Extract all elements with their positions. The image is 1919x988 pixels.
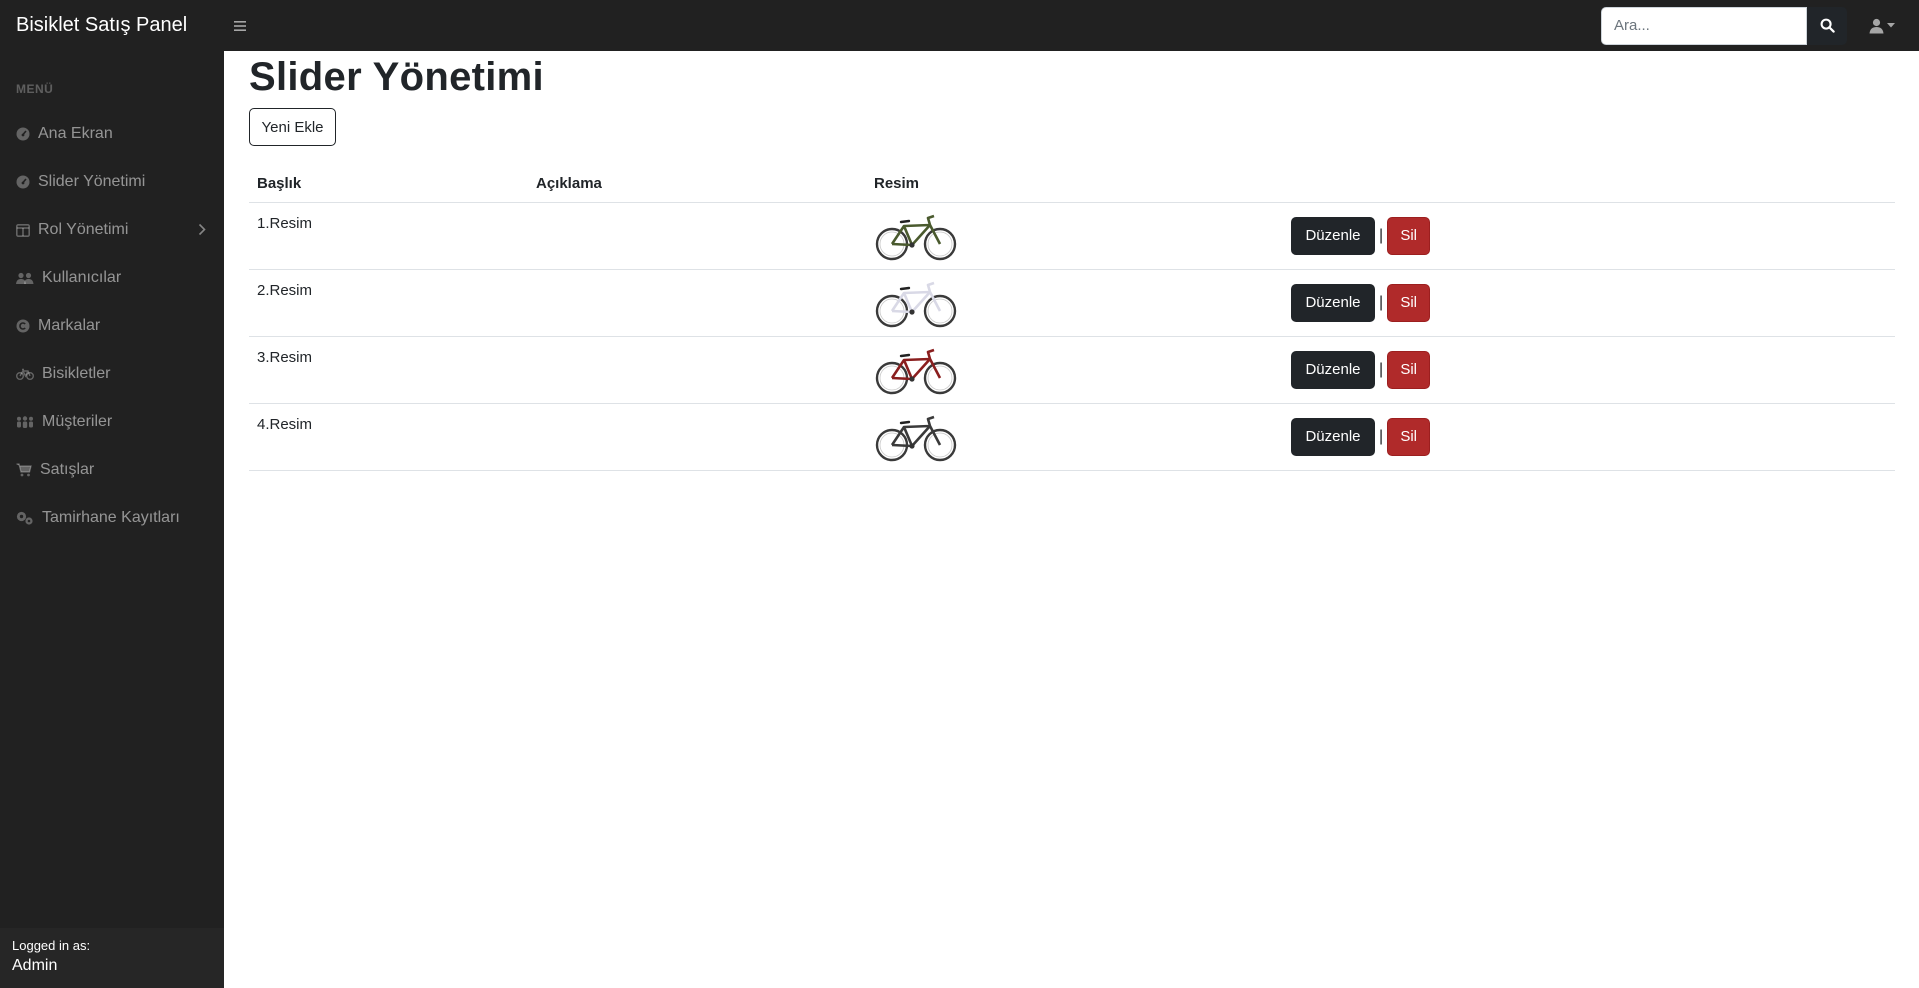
- edit-button[interactable]: Düzenle: [1291, 350, 1375, 389]
- bicycle-icon: [16, 368, 42, 380]
- logged-in-label: Logged in as:: [12, 938, 91, 953]
- sidebar-item-bisikletler[interactable]: Bisikletler: [0, 350, 224, 398]
- sidebar-toggle-button[interactable]: [224, 10, 256, 42]
- search-icon: [1820, 18, 1835, 33]
- users-icon: [16, 272, 42, 285]
- row-title: 4.Resim: [249, 403, 528, 471]
- row-image-cell: [866, 202, 1283, 270]
- brand-title[interactable]: Bisiklet Satış Panel: [0, 14, 224, 37]
- edit-button[interactable]: Düzenle: [1291, 216, 1375, 255]
- slider-table: Başlık Açıklama Resim 1.Resim Düzenle | …: [249, 166, 1895, 471]
- sidebar-item-rol-yonetimi[interactable]: Rol Yönetimi: [0, 206, 224, 254]
- column-header-description: Açıklama: [528, 166, 866, 203]
- row-actions-cell: Düzenle | Sil: [1283, 403, 1895, 471]
- row-description: [528, 403, 866, 471]
- action-separator: |: [1379, 427, 1384, 445]
- bicycle-image: [875, 348, 957, 394]
- row-title: 1.Resim: [249, 202, 528, 270]
- caret-down-icon: [1887, 23, 1895, 28]
- sidebar-item-label: Tamirhane Kayıtları: [42, 509, 180, 526]
- table-row: 2.Resim Düzenle | Sil: [249, 269, 1895, 337]
- delete-button[interactable]: Sil: [1387, 417, 1431, 456]
- bicycle-image: [875, 415, 957, 461]
- gears-icon: [16, 511, 42, 525]
- row-image-cell: [866, 269, 1283, 337]
- add-new-button[interactable]: Yeni Ekle: [249, 108, 336, 146]
- hamburger-icon: [234, 20, 246, 31]
- sidebar-item-label: Markalar: [38, 317, 101, 334]
- row-actions-cell: Düzenle | Sil: [1283, 336, 1895, 404]
- delete-button[interactable]: Sil: [1387, 216, 1431, 255]
- chevron-right-icon: [198, 223, 206, 241]
- delete-button[interactable]: Sil: [1387, 283, 1431, 322]
- action-separator: |: [1379, 226, 1384, 244]
- sidebar-heading: MENÜ: [16, 82, 54, 96]
- sidebar-item-label: Satışlar: [40, 461, 95, 478]
- copyright-icon: [16, 319, 38, 333]
- column-header-actions: [1283, 166, 1895, 203]
- row-title: 2.Resim: [249, 269, 528, 337]
- row-actions-cell: Düzenle | Sil: [1283, 202, 1895, 270]
- gauge-icon: [16, 127, 38, 141]
- sidebar-item-label: Müşteriler: [42, 413, 113, 430]
- top-navbar: Bisiklet Satış Panel: [0, 0, 1919, 51]
- sidebar-item-label: Kullanıcılar: [42, 269, 122, 286]
- user-icon: [1869, 18, 1884, 33]
- column-header-image: Resim: [866, 166, 1283, 203]
- people-group-icon: [16, 416, 42, 428]
- sidebar-item-tamirhane-kayitlari[interactable]: Tamirhane Kayıtları: [0, 494, 224, 542]
- user-menu-dropdown[interactable]: [1857, 7, 1907, 45]
- logged-in-user: Admin: [12, 957, 58, 974]
- action-separator: |: [1379, 360, 1384, 378]
- delete-button[interactable]: Sil: [1387, 350, 1431, 389]
- sidebar-item-label: Bisikletler: [42, 365, 111, 382]
- row-title: 3.Resim: [249, 336, 528, 404]
- search-form: [1601, 6, 1847, 45]
- sidebar-item-label: Rol Yönetimi: [38, 221, 129, 238]
- sidebar-item-markalar[interactable]: Markalar: [0, 302, 224, 350]
- row-image-cell: [866, 403, 1283, 471]
- bicycle-image: [875, 281, 957, 327]
- search-button[interactable]: [1807, 6, 1847, 45]
- table-row: 4.Resim Düzenle | Sil: [249, 403, 1895, 471]
- row-description: [528, 269, 866, 337]
- table-header-row: Başlık Açıklama Resim: [249, 166, 1895, 203]
- row-image-cell: [866, 336, 1283, 404]
- action-separator: |: [1379, 293, 1384, 311]
- sidebar-item-musteriler[interactable]: Müşteriler: [0, 398, 224, 446]
- sidebar-item-label: Ana Ekran: [38, 125, 113, 142]
- columns-icon: [16, 223, 38, 237]
- main-content: Slider Yönetimi Yeni Ekle Başlık Açıklam…: [224, 51, 1919, 988]
- column-header-title: Başlık: [249, 166, 528, 203]
- page-title: Slider Yönetimi: [249, 55, 544, 99]
- sidebar-item-slider-yonetimi[interactable]: Slider Yönetimi: [0, 158, 224, 206]
- sidebar-footer: Logged in as: Admin: [0, 928, 224, 988]
- bicycle-image: [875, 214, 957, 260]
- sidebar-item-ana-ekran[interactable]: Ana Ekran: [0, 110, 224, 158]
- table-row: 3.Resim Düzenle | Sil: [249, 336, 1895, 404]
- sidebar-item-satislar[interactable]: Satışlar: [0, 446, 224, 494]
- edit-button[interactable]: Düzenle: [1291, 283, 1375, 322]
- gauge-icon: [16, 175, 38, 189]
- sidebar: MENÜ Ana Ekran Slider Yönetimi Rol Yönet…: [0, 51, 224, 988]
- search-input[interactable]: [1601, 6, 1807, 45]
- sidebar-item-label: Slider Yönetimi: [38, 173, 146, 190]
- row-description: [528, 336, 866, 404]
- cart-icon: [16, 463, 40, 477]
- edit-button[interactable]: Düzenle: [1291, 417, 1375, 456]
- row-description: [528, 202, 866, 270]
- row-actions-cell: Düzenle | Sil: [1283, 269, 1895, 337]
- table-row: 1.Resim Düzenle | Sil: [249, 202, 1895, 270]
- sidebar-item-kullanicilar[interactable]: Kullanıcılar: [0, 254, 224, 302]
